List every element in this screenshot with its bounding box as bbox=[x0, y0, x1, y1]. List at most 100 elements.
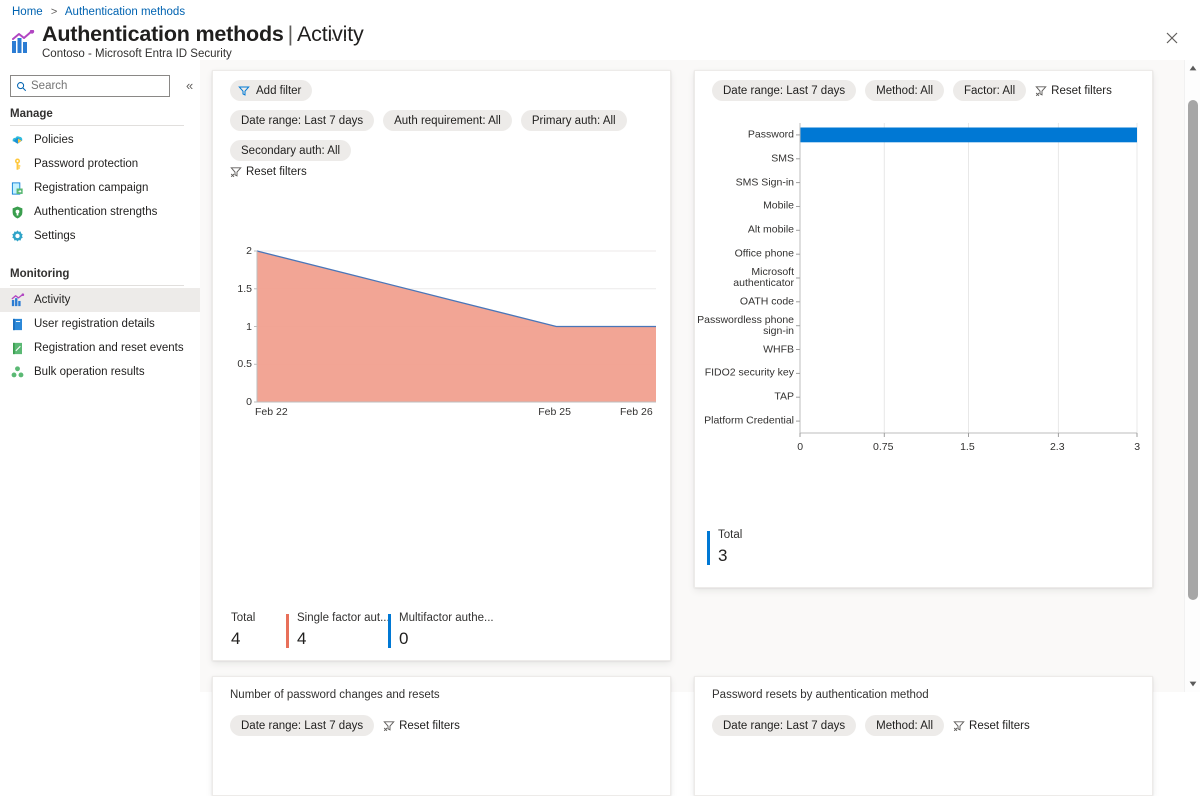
area-chart-x-tick: Feb 25 bbox=[538, 406, 571, 418]
sidebar-item-label: Authentication strengths bbox=[34, 206, 158, 218]
left-card-filter-row-2: Secondary auth: All bbox=[230, 140, 660, 161]
kpi-color-bar bbox=[286, 614, 289, 648]
funnel-reset-icon bbox=[1035, 85, 1047, 97]
sidebar: « Manage Policies bbox=[0, 68, 200, 692]
main-content: Add filter Date range: Last 7 days Auth … bbox=[200, 60, 1188, 796]
authentications-by-method-chart: Password SMS SMS Sign-in Mobile Alt mobile Of… bbox=[697, 119, 1145, 459]
add-filter-label: Add filter bbox=[256, 84, 302, 97]
sidebar-item-activity[interactable]: Activity bbox=[0, 288, 200, 312]
bar-chart-category-label: WHFB bbox=[763, 343, 794, 356]
filter-pill-factor[interactable]: Factor: All bbox=[953, 80, 1027, 101]
bar-chart-x-tick: 1.5 bbox=[960, 441, 975, 453]
bar-chart-category-label: Alt mobile bbox=[747, 223, 794, 236]
left-card-filter-row-1: Date range: Last 7 days Auth requirement… bbox=[230, 110, 660, 131]
right-card-kpis: Total 3 bbox=[707, 529, 907, 573]
filter-pill-method[interactable]: Method: All bbox=[865, 80, 945, 101]
sidebar-collapse-button[interactable]: « bbox=[186, 78, 193, 93]
bottom-right-filters: Date range: Last 7 days Method: All Rese… bbox=[712, 715, 1030, 736]
area-chart-y-tick: 2 bbox=[246, 245, 252, 257]
area-chart-y-tick: 1.5 bbox=[237, 282, 252, 295]
search-input[interactable] bbox=[31, 80, 161, 92]
reset-filters-button-bottom-right[interactable]: Reset filters bbox=[953, 720, 1030, 732]
sidebar-item-authentication-strengths[interactable]: Authentication strengths bbox=[0, 200, 200, 224]
filter-pill-date-range[interactable]: Date range: Last 7 days bbox=[712, 715, 857, 736]
sidebar-item-label: User registration details bbox=[34, 318, 155, 330]
kpi-value: 4 bbox=[231, 629, 241, 648]
sidebar-item-label: Bulk operation results bbox=[34, 366, 145, 378]
page-title-main: Authentication methods bbox=[42, 22, 284, 46]
sidebar-nav: Manage Policies Password protection Regi… bbox=[0, 104, 200, 384]
bar-chart-category-label: Mobile bbox=[763, 199, 794, 212]
funnel-reset-icon bbox=[230, 166, 242, 178]
sidebar-group-manage-label: Manage bbox=[10, 108, 53, 120]
kpi-total-right: Total 3 bbox=[707, 529, 847, 566]
close-icon[interactable] bbox=[1164, 30, 1182, 48]
sidebar-item-policies[interactable]: Policies bbox=[0, 128, 200, 152]
more-options-button[interactable]: ··· bbox=[330, 31, 349, 47]
activity-chart-icon bbox=[10, 29, 36, 56]
user-registration-icon bbox=[10, 317, 25, 332]
caret-down-icon[interactable] bbox=[1185, 676, 1200, 692]
kpi-label: Total bbox=[718, 529, 743, 541]
bar-chart-category-label: SMS bbox=[771, 152, 794, 165]
bar-chart-category-label: Office phone bbox=[734, 247, 794, 260]
reset-filters-label: Reset filters bbox=[969, 719, 1030, 732]
breadcrumb-current[interactable]: Authentication methods bbox=[65, 6, 185, 18]
caret-up-icon[interactable] bbox=[1185, 60, 1200, 76]
filter-pill-method[interactable]: Method: All bbox=[865, 715, 945, 736]
search-icon bbox=[16, 81, 27, 92]
filter-pill-secondary-auth[interactable]: Secondary auth: All bbox=[230, 140, 352, 161]
gear-icon bbox=[10, 229, 25, 244]
page-title-separator: | bbox=[287, 22, 294, 46]
bar-chart-x-tick: 2.3 bbox=[1049, 441, 1065, 453]
kpi-color-bar bbox=[707, 531, 710, 565]
kpi-value: 0 bbox=[399, 629, 409, 648]
sidebar-item-settings[interactable]: Settings bbox=[0, 224, 200, 248]
reset-filters-label: Reset filters bbox=[1051, 84, 1112, 97]
sidebar-item-label: Policies bbox=[34, 134, 74, 146]
kpi-value: 4 bbox=[297, 629, 307, 648]
reset-filters-button-right[interactable]: Reset filters bbox=[1035, 85, 1112, 97]
scroll-thumb[interactable] bbox=[1188, 100, 1198, 600]
filter-pill-primary-auth[interactable]: Primary auth: All bbox=[520, 110, 627, 131]
bar-chart-category-label: FIDO2 security key bbox=[704, 366, 794, 379]
search-input-wrapper[interactable] bbox=[10, 75, 170, 97]
filter-pill-date-range[interactable]: Date range: Last 7 days bbox=[230, 110, 375, 131]
sidebar-item-password-protection[interactable]: Password protection bbox=[0, 152, 200, 176]
page-scrollbar[interactable] bbox=[1184, 60, 1200, 692]
divider bbox=[10, 125, 184, 126]
sidebar-item-label: Password protection bbox=[34, 158, 139, 170]
bar-chart-category-label: SMS Sign-in bbox=[735, 176, 794, 189]
kpi-single-factor: Single factor aut... 4 bbox=[286, 612, 401, 649]
reset-filters-button-left[interactable]: Reset filters bbox=[230, 166, 307, 178]
filter-pill-auth-requirement[interactable]: Auth requirement: All bbox=[383, 110, 512, 131]
kpi-value: 3 bbox=[718, 546, 728, 565]
authentications-by-method-card: Date range: Last 7 days Method: All Fact… bbox=[694, 70, 1153, 588]
page-title: Authentication methods | Activity bbox=[42, 22, 364, 47]
kpi-multifactor: Multifactor authe... 0 bbox=[388, 612, 518, 649]
left-card-kpis: Total 4 Single factor aut... 4 Multifact… bbox=[231, 612, 651, 656]
kpi-color-bar bbox=[388, 614, 391, 648]
area-chart-y-axis: 0 0.5 1 1.5 2 bbox=[231, 245, 656, 416]
add-filter-row: Add filter bbox=[230, 80, 660, 101]
bar-chart-category-label: Microsoft authenticator bbox=[733, 266, 794, 289]
bar-chart-category-label: OATH code bbox=[739, 295, 794, 308]
bar-chart-x-tick: 0 bbox=[797, 441, 804, 453]
filter-pill-date-range[interactable]: Date range: Last 7 days bbox=[230, 715, 375, 736]
sidebar-item-registration-campaign[interactable]: Registration campaign bbox=[0, 176, 200, 200]
area-chart-y-tick: 0.5 bbox=[237, 358, 252, 371]
right-card-filters: Date range: Last 7 days Method: All Fact… bbox=[712, 80, 1112, 101]
sidebar-item-bulk-operation-results[interactable]: Bulk operation results bbox=[0, 360, 200, 384]
funnel-reset-icon bbox=[383, 720, 395, 732]
area-chart-y-tick: 0 bbox=[246, 396, 252, 408]
kpi-label: Single factor aut... bbox=[297, 612, 390, 624]
reset-filters-button-bottom-left[interactable]: Reset filters bbox=[383, 720, 460, 732]
sidebar-item-registration-and-reset-events[interactable]: Registration and reset events bbox=[0, 336, 200, 360]
filter-pill-date-range[interactable]: Date range: Last 7 days bbox=[712, 80, 857, 101]
add-filter-button[interactable]: Add filter bbox=[230, 80, 313, 101]
breadcrumb-home[interactable]: Home bbox=[12, 6, 43, 18]
registration-events-icon bbox=[10, 341, 25, 356]
password-resets-by-method-card: Password resets by authentication method… bbox=[694, 676, 1153, 796]
sidebar-item-user-registration-details[interactable]: User registration details bbox=[0, 312, 200, 336]
password-changes-and-resets-card: Number of password changes and resets Da… bbox=[212, 676, 671, 796]
